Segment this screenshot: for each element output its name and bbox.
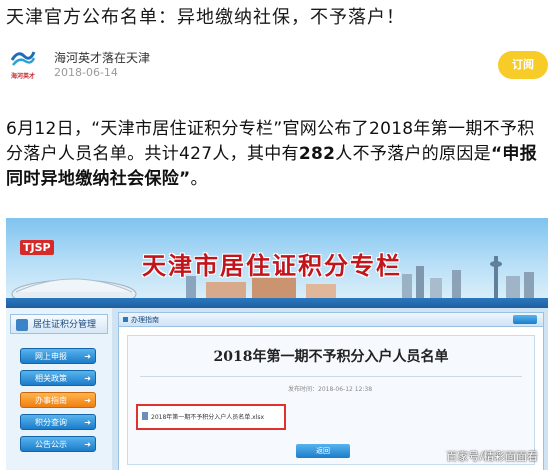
divider — [140, 376, 522, 377]
account-header: 海河英才 海河英才落在天津 2018-06-14 订阅 — [6, 44, 548, 84]
sidebar: 居住证积分管理 网上申报 相关政策 办事指南 积分查询 公告公示 — [6, 308, 112, 470]
logo-text: 海河英才 — [10, 73, 35, 80]
paragraph-text-3: 。 — [190, 169, 208, 189]
publish-date: 2018-06-14 — [54, 66, 118, 79]
article-paragraph: 6月12日，“天津市居住证积分专栏”官网公布了2018年第一期不予积分落户人员名… — [6, 117, 548, 192]
sidebar-item-guide[interactable]: 办事指南 — [20, 392, 96, 409]
embedded-screenshot: TJSP 天津市居住证积分专栏 居住证积分管理 网上申报 相关政策 办事指南 积… — [6, 218, 548, 470]
paragraph-text-2: 人不予落户的原因是 — [335, 144, 491, 164]
paragraph-highlight-count: 282 — [298, 144, 336, 164]
notice-area: 2018年第一期不予积分入户人员名单 发布时间：2018-06-12 12:38… — [127, 335, 535, 465]
sidebar-item-points-query[interactable]: 积分查询 — [20, 414, 96, 431]
tjsp-logo: TJSP — [20, 240, 54, 255]
site-banner: TJSP 天津市居住证积分专栏 — [6, 218, 548, 298]
file-icon — [142, 412, 148, 420]
notice-date: 发布时间：2018-06-12 12:38 — [288, 386, 373, 393]
sidebar-item-policy[interactable]: 相关政策 — [20, 370, 96, 387]
wave-logo-icon — [10, 51, 36, 66]
sidebar-item-announcements[interactable]: 公告公示 — [20, 436, 96, 453]
notice-title: 2018年第一期不予积分入户人员名单 — [213, 349, 449, 365]
article-title: 天津官方公布名单：异地缴纳社保，不予落户！ — [6, 7, 405, 28]
account-logo[interactable]: 海河英才 — [6, 46, 40, 80]
content-panel: 办理指南 2018年第一期不予积分入户人员名单 发布时间：2018-06-12 … — [118, 312, 544, 470]
attachment-filename: 2018年第一期不予积分入户人员名单.xlsx — [151, 414, 265, 421]
more-button[interactable] — [513, 315, 537, 324]
content-header: 办理指南 — [119, 313, 543, 327]
sidebar-header: 居住证积分管理 — [10, 314, 108, 334]
watermark: 百家号/精彩面面看 — [446, 450, 538, 463]
account-name[interactable]: 海河英才落在天津 — [54, 49, 150, 66]
banner-title: 天津市居住证积分专栏 — [142, 251, 402, 280]
attachment-link[interactable]: 2018年第一期不予积分入户人员名单.xlsx — [136, 404, 286, 430]
nav-strip — [6, 298, 548, 308]
back-button[interactable]: 返回 — [296, 444, 350, 458]
subscribe-button[interactable]: 订阅 — [498, 51, 548, 79]
sidebar-item-online-apply[interactable]: 网上申报 — [20, 348, 96, 365]
